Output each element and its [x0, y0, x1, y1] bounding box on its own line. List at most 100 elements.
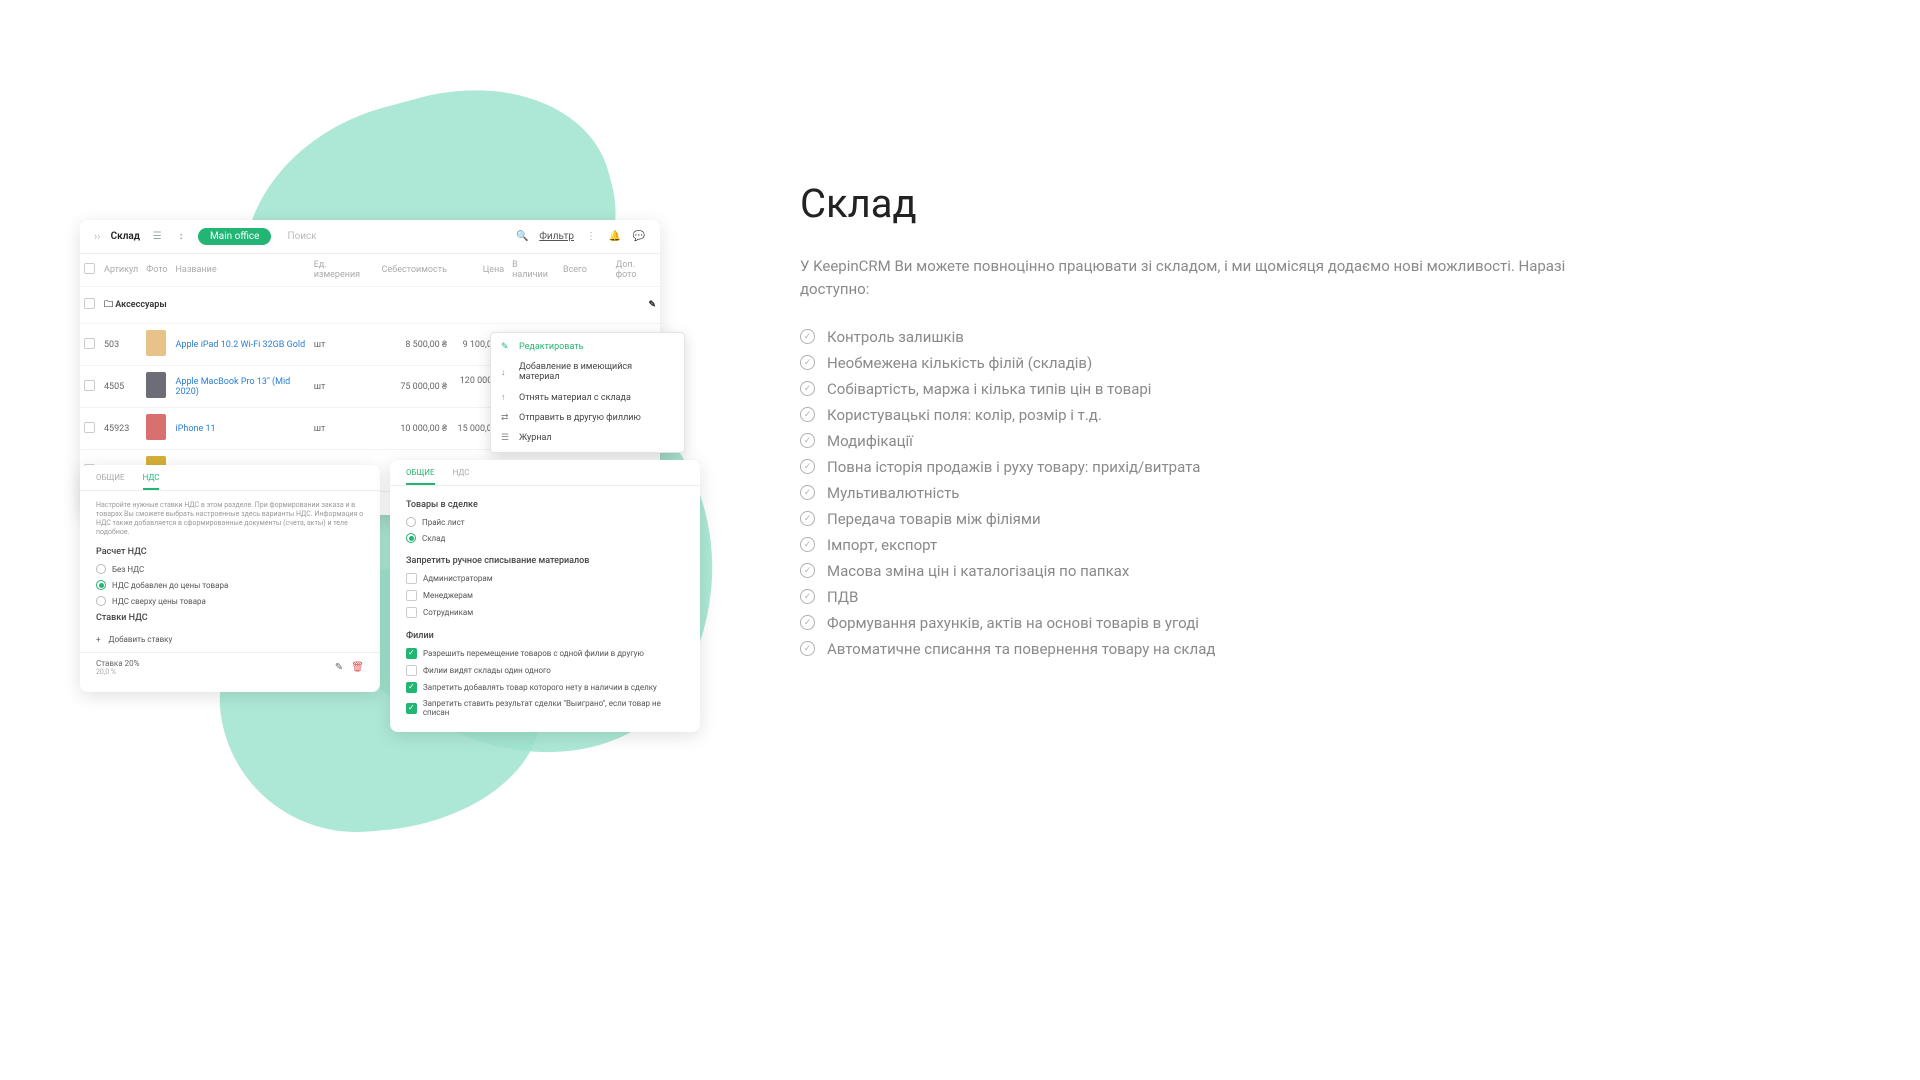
add-rate-button[interactable]: +Добавить ставку	[80, 627, 380, 652]
deny-option[interactable]: Менеджерам	[390, 587, 700, 604]
radio-icon[interactable]	[96, 596, 106, 606]
checkbox-icon[interactable]	[406, 607, 417, 618]
vat-option[interactable]: НДС сверху цены товара	[80, 593, 380, 609]
option-label: Менеджерам	[423, 591, 473, 600]
delete-icon[interactable]: 🗑	[351, 662, 364, 673]
folder-row[interactable]: 🗀 Аксессуары ✎	[80, 287, 660, 324]
option-label: Склад	[422, 534, 445, 543]
branch-option[interactable]: Запретить добавлять товар которого нету …	[390, 679, 700, 696]
branch-option[interactable]: Разрешить перемещение товаров с одной фи…	[390, 645, 700, 662]
list-icon[interactable]: ☰	[150, 230, 164, 244]
deny-option[interactable]: Администраторам	[390, 570, 700, 587]
checkbox-icon[interactable]	[406, 590, 417, 601]
menu-item-icon: ↓	[501, 367, 511, 378]
edit-icon[interactable]: ✎	[335, 662, 343, 673]
vat-option[interactable]: НДС добавлен до цены товара	[80, 577, 380, 593]
filter-link[interactable]: Фильтр	[539, 231, 574, 242]
menu-item-label: Добавление в имеющийся материал	[519, 362, 674, 382]
checkbox-icon[interactable]	[406, 682, 417, 693]
sort-icon[interactable]: ↕	[174, 230, 188, 244]
col-name: Название	[172, 254, 310, 287]
vat-calc-title: Расчет НДС	[80, 543, 380, 561]
col-price: Цена	[451, 254, 508, 287]
search-icon[interactable]: 🔍	[515, 230, 529, 244]
option-label: Сотрудникам	[423, 608, 473, 617]
deal-branches-title: Филии	[390, 621, 700, 645]
cell-article: 4505	[100, 366, 142, 408]
feature-item: ✓Модифікації	[800, 428, 1620, 454]
product-link[interactable]: Apple iPad 10.2 Wi-Fi 32GB Gold	[176, 340, 306, 350]
radio-icon[interactable]	[96, 564, 106, 574]
check-icon: ✓	[800, 485, 815, 500]
context-menu-item[interactable]: ↓ Добавление в имеющийся материал	[491, 357, 684, 387]
deal-goods-option[interactable]: Прайс лист	[390, 514, 700, 530]
checkbox-icon[interactable]	[406, 648, 417, 659]
check-icon: ✓	[800, 615, 815, 630]
check-icon: ✓	[800, 563, 815, 578]
check-icon: ✓	[800, 381, 815, 396]
office-pill[interactable]: Main office	[198, 228, 271, 245]
option-label: Филии видят склады один одного	[423, 666, 551, 675]
row-checkbox[interactable]	[84, 338, 95, 349]
feature-item: ✓Передача товарів між філіями	[800, 506, 1620, 532]
feature-text: Модифікації	[827, 432, 913, 450]
checkbox-icon[interactable]	[406, 573, 417, 584]
search-input[interactable]: Поиск	[287, 231, 316, 242]
chat-icon[interactable]: 💬	[632, 230, 646, 244]
rate-pct: 20,0 %	[96, 668, 139, 676]
radio-icon[interactable]	[406, 517, 416, 527]
product-thumb	[146, 330, 166, 356]
deny-option[interactable]: Сотрудникам	[390, 604, 700, 621]
tab-vat[interactable]: НДС	[453, 468, 470, 485]
context-menu-item[interactable]: ☰Журнал	[491, 428, 684, 448]
cell-cost: 10 000,00 ₴	[378, 408, 451, 450]
page-description: У KeepinCRM Ви можете повноцінно працюва…	[800, 255, 1620, 302]
check-icon: ✓	[800, 589, 815, 604]
row-checkbox[interactable]	[84, 380, 95, 391]
feature-text: ПДВ	[827, 588, 858, 606]
screenshot-illustration: ›› Склад ☰ ↕ Main office Поиск 🔍 Фильтр …	[40, 80, 740, 780]
feature-text: Імпорт, експорт	[827, 536, 937, 554]
radio-icon[interactable]	[96, 580, 106, 590]
option-label: Запретить добавлять товар которого нету …	[423, 683, 657, 692]
option-label: Прайс лист	[422, 518, 465, 527]
product-link[interactable]: iPhone 11	[176, 424, 216, 434]
feature-text: Користувацькі поля: колір, розмір і т.д.	[827, 406, 1102, 424]
select-all-checkbox[interactable]	[84, 263, 95, 274]
tab-general[interactable]: ОБЩИЕ	[96, 473, 125, 490]
folder-icon: 🗀	[104, 300, 115, 310]
context-menu-item[interactable]: ✎Редактировать	[491, 337, 684, 357]
feature-text: Мультивалютність	[827, 484, 959, 502]
cell-unit: шт	[310, 408, 378, 450]
vat-hint: Настройте нужные ставки НДС в этом разде…	[80, 491, 380, 543]
feature-text: Повна історія продажів і руху товару: пр…	[827, 458, 1200, 476]
deal-goods-title: Товары в сделке	[390, 486, 700, 514]
branch-option[interactable]: Запретить ставить результат сделки "Выиг…	[390, 696, 700, 720]
bell-icon[interactable]: 🔔	[608, 230, 622, 244]
menu-item-icon: ↑	[501, 392, 511, 403]
card-title: Склад	[111, 231, 140, 242]
tab-vat[interactable]: НДС	[143, 473, 160, 490]
menu-item-icon: ✎	[501, 342, 511, 352]
checkbox-icon[interactable]	[406, 665, 417, 676]
more-icon[interactable]: ⋮	[584, 230, 598, 244]
feature-item: ✓Контроль залишків	[800, 324, 1620, 350]
branch-option[interactable]: Филии видят склады один одного	[390, 662, 700, 679]
product-thumb	[146, 372, 166, 398]
context-menu-item[interactable]: ↑Отнять материал с склада	[491, 387, 684, 408]
product-link[interactable]: Apple MacBook Pro 13" (Mid 2020)	[176, 377, 291, 397]
row-checkbox[interactable]	[84, 422, 95, 433]
col-article: Артикул	[100, 254, 142, 287]
context-menu-item[interactable]: ⇄Отправить в другую филлию	[491, 408, 684, 428]
expand-icon[interactable]: ››	[94, 230, 101, 243]
feature-text: Необмежена кількість філій (складів)	[827, 354, 1092, 372]
feature-item: ✓Формування рахунків, актів на основі то…	[800, 610, 1620, 636]
edit-icon[interactable]: ✎	[648, 300, 656, 310]
vat-option[interactable]: Без НДС	[80, 561, 380, 577]
radio-icon[interactable]	[406, 533, 416, 543]
deal-goods-option[interactable]: Склад	[390, 530, 700, 546]
tab-general[interactable]: ОБЩИЕ	[406, 468, 435, 485]
checkbox-icon[interactable]	[406, 703, 417, 714]
row-checkbox[interactable]	[84, 298, 95, 309]
menu-item-icon: ⇄	[501, 413, 511, 423]
